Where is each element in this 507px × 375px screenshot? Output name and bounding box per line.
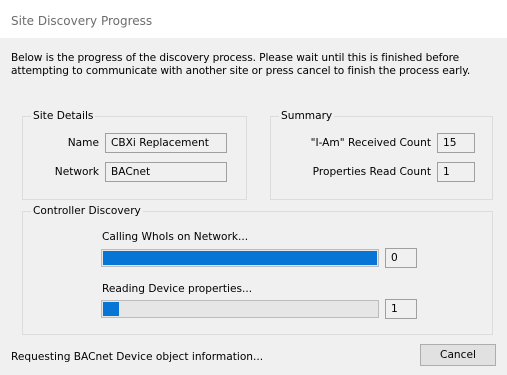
status-text: Requesting BACnet Device object informat…	[11, 351, 264, 363]
site-details-group: Site Details Name CBXi Replacement Netwo…	[22, 110, 247, 200]
properties-count-field: 1	[437, 162, 475, 182]
device-properties-step-label: Reading Device properties...	[102, 283, 253, 295]
network-field: BACnet	[105, 162, 227, 182]
cancel-button[interactable]: Cancel	[420, 344, 496, 366]
controller-discovery-title: Controller Discovery	[31, 205, 143, 218]
device-properties-count-field: 1	[385, 299, 417, 319]
name-field: CBXi Replacement	[105, 133, 227, 153]
name-label: Name	[67, 137, 99, 149]
device-properties-progress-fill	[103, 302, 119, 316]
site-details-title: Site Details	[31, 110, 96, 123]
properties-count-label: Properties Read Count	[312, 166, 431, 178]
network-label: Network	[54, 166, 99, 178]
iam-count-label: "I-Am" Received Count	[310, 137, 431, 149]
whois-count-field: 0	[385, 248, 417, 268]
title-bar: Site Discovery Progress	[0, 0, 507, 38]
summary-title: Summary	[279, 110, 335, 123]
summary-group: Summary "I-Am" Received Count 15 Propert…	[270, 110, 493, 200]
description-text: Below is the progress of the discovery p…	[11, 52, 471, 77]
window-title: Site Discovery Progress	[11, 14, 153, 28]
whois-progress-fill	[103, 251, 377, 265]
iam-count-field: 15	[437, 133, 475, 153]
device-properties-progress-bar	[101, 300, 379, 318]
whois-step-label: Calling WhoIs on Network...	[102, 231, 249, 243]
controller-discovery-group: Controller Discovery Calling WhoIs on Ne…	[22, 205, 493, 335]
whois-progress-bar	[101, 249, 379, 267]
dialog-body: Below is the progress of the discovery p…	[0, 38, 507, 375]
